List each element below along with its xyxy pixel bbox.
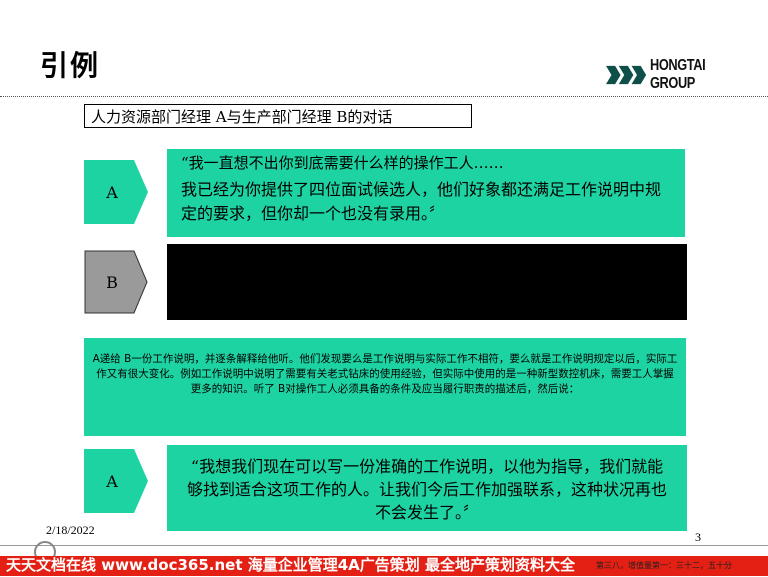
logo-text: HONGTAI GROUP [650,57,706,92]
speaker-label: A [106,182,118,202]
speech-bubble-a2: “我想我们现在可以写一份准确的工作说明，以他为指导，我们就能够找到适合这项工作的… [167,445,687,531]
dialogue-subject: 人力资源部门经理 A与生产部门经理 B的对话 [84,104,472,128]
speaker-label: B [106,272,118,292]
footer-divider [0,545,768,546]
slide-date: 2/18/2022 [46,523,95,537]
narrative-box: A递给 B一份工作说明，并逐条解释给他听。他们发现要么是工作说明与实际工作不相符… [84,338,686,436]
bubble-a1-line1: “我一直想不出你到底需要什么样的操作工人…… [181,154,504,172]
page-title: 引例 [40,49,101,82]
chevrons-logo-icon [606,65,647,85]
title-divider [0,96,768,97]
speech-bubble-b-redacted [167,244,687,320]
bubble-a1-line2: 我已经为你提供了四位面试候选人，他们好象都还满足工作说明中规定的要求，但你却一个… [181,180,662,223]
speaker-a-arrow: A [84,449,148,513]
company-logo: HONGTAI GROUP [606,57,768,92]
speaker-b-arrow: B [84,250,148,314]
speaker-a-arrow: A [84,160,148,224]
watermark-small-text: 第三八，增值量第一：三十二，五十分 [596,561,732,570]
page-number: 3 [695,530,701,544]
speaker-label: A [106,471,118,491]
speech-bubble-a1: “我一直想不出你到底需要什么样的操作工人…… 我已经为你提供了四位面试候选人，他… [167,149,685,237]
